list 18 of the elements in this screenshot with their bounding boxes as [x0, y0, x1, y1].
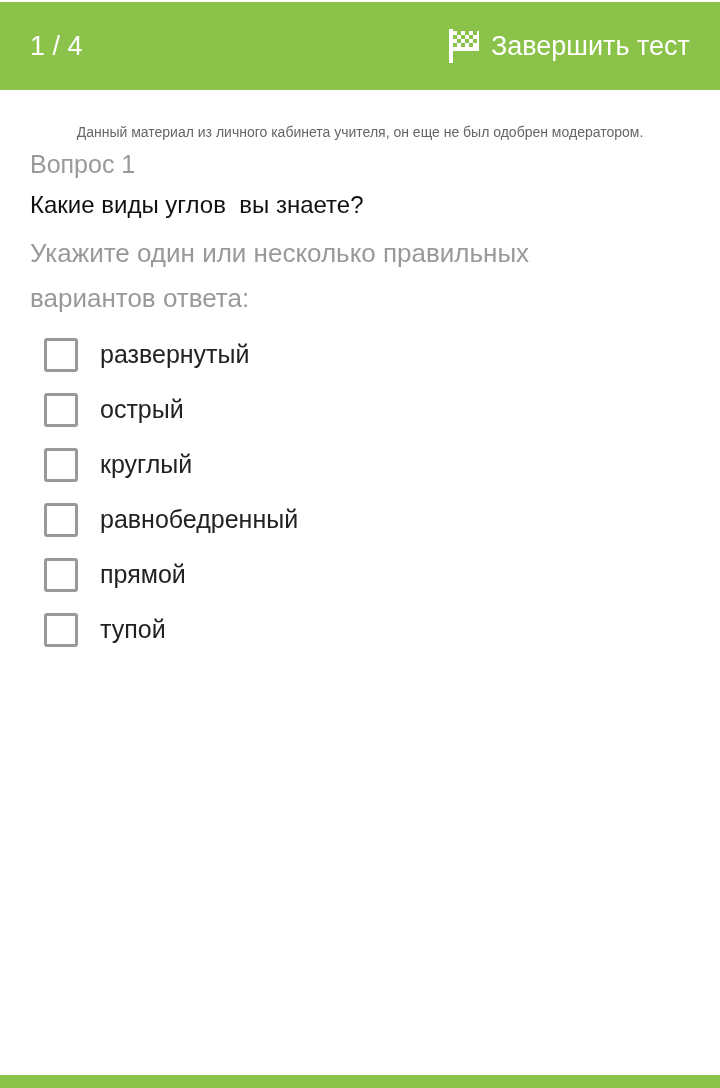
checkbox[interactable] — [44, 337, 78, 372]
checkbox[interactable] — [44, 502, 78, 537]
question-text: Какие виды углов вы знаете? — [30, 191, 365, 219]
question-counter: 1 / 4 — [30, 30, 83, 62]
checkbox[interactable] — [44, 392, 78, 427]
option-label[interactable]: прямой — [100, 560, 186, 589]
option-label[interactable]: развернутый — [100, 340, 250, 369]
checkbox[interactable] — [44, 612, 78, 647]
option-label[interactable]: равнобедренный — [100, 505, 299, 534]
option-label[interactable]: острый — [100, 395, 184, 424]
checkered-flag-icon — [448, 29, 479, 63]
option-label[interactable]: круглый — [100, 450, 193, 479]
answer-instruction: Укажите один или несколько правильных вариантов ответа: — [30, 237, 531, 315]
option-label[interactable]: тупой — [100, 615, 166, 644]
moderation-notice: Данный материал из личного кабинета учителя, он еще не был одобрен модератором. — [75, 124, 645, 140]
question-number: Вопрос 1 — [30, 150, 137, 179]
checkbox[interactable] — [44, 447, 78, 482]
checkbox[interactable] — [44, 557, 78, 592]
